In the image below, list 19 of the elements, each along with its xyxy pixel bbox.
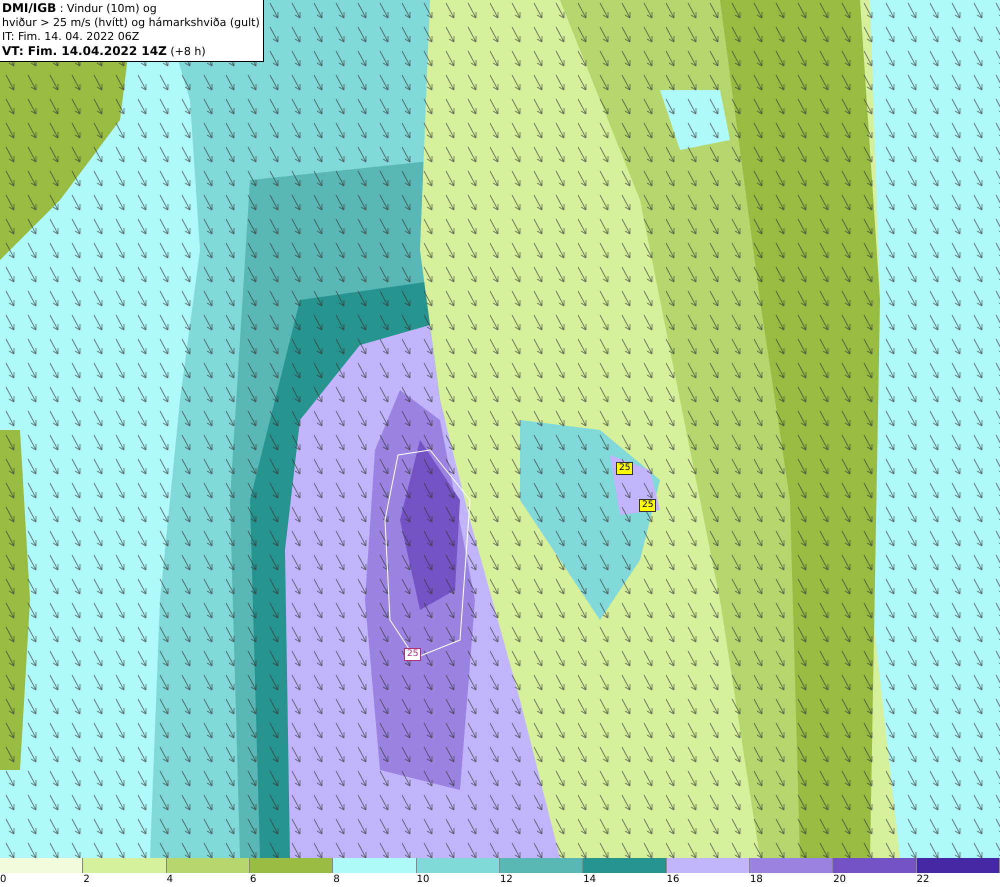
gust-label: 25 — [616, 462, 634, 475]
legend-tick-label: 20 — [833, 874, 846, 885]
legend-tick-label: 4 — [166, 874, 174, 885]
legend-tick-label: 12 — [500, 874, 513, 885]
title-line: VT: Fim. 14.04.2022 14Z (+8 h) — [2, 44, 207, 59]
legend-tick-label: 10 — [416, 874, 430, 885]
legend-tick-label: 6 — [250, 874, 256, 885]
title-line: hviður > 25 m/s (hvítt) og hámarkshviða (gult) — [2, 16, 260, 30]
legend-tick-label: 14 — [583, 874, 596, 885]
legend-tick-label: 16 — [666, 874, 680, 885]
title-line: IT: Fim. 14. 04. 2022 06Z — [2, 30, 140, 44]
legend-tick-label: 8 — [333, 874, 340, 885]
title-line: DMI/IGB : Vindur (10m) og — [2, 1, 158, 16]
legend-tick-label: 0 — [0, 874, 6, 885]
legend-tick-label: 2 — [83, 874, 90, 885]
legend-tick-label: 18 — [750, 874, 763, 885]
legend-tick-label: 22 — [916, 874, 930, 885]
gust-label: 25 — [639, 499, 656, 512]
gust-label: 25 — [404, 648, 422, 661]
